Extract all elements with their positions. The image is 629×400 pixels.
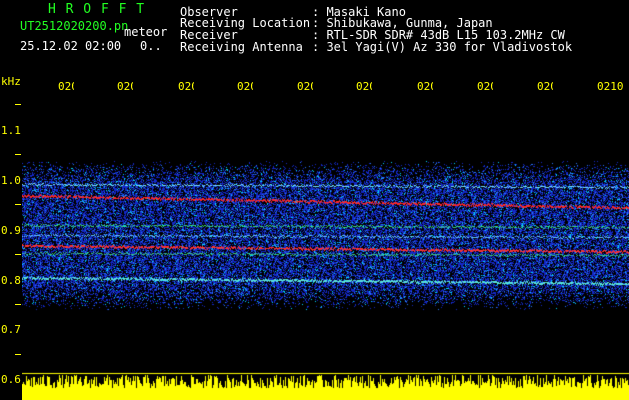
time-tick: 0208 [477, 80, 493, 93]
time-tick: 0204 [237, 80, 253, 93]
freq-tick-label: 1.0 [1, 174, 21, 187]
freq-tick-label: 0.8 [1, 274, 21, 287]
freq-minor-tick [15, 154, 21, 155]
freq-minor-tick [15, 204, 21, 205]
time-tick: 0209 [537, 80, 553, 93]
freq-tick-label: 0.7 [1, 323, 21, 336]
meteor-count: 0.. [140, 39, 162, 53]
freq-tick-label: 0.6 [1, 373, 21, 386]
time-tick: 0206 [356, 80, 372, 93]
meteor-label: meteor [124, 25, 168, 39]
time-tick: 0202 [117, 80, 133, 93]
app-logo: H R O F F T [48, 2, 146, 17]
spectrogram-canvas [22, 75, 629, 400]
hrofft-screen: H R O F F T UT2512020200.pn meteor 25.12… [0, 0, 629, 400]
time-tick: 0201 [58, 80, 74, 93]
freq-minor-tick [15, 254, 21, 255]
freq-tick-label: 1.1 [1, 124, 21, 137]
antenna-value: : 3el Yagi(V) Az 330 for Vladivostok [312, 40, 573, 54]
time-tick: 0210 [597, 80, 624, 93]
freq-minor-tick [15, 304, 21, 305]
freq-tick-label: 0.9 [1, 224, 21, 237]
freq-minor-tick [15, 104, 21, 105]
time-tick: 0203 [178, 80, 194, 93]
filename: UT2512020200.pn [20, 19, 129, 33]
time-tick: 0205 [297, 80, 313, 93]
antenna-label: Receiving Antenna [180, 40, 303, 54]
time-tick: 0207 [417, 80, 433, 93]
freq-unit-label: kHz [1, 75, 21, 88]
datetime: 25.12.02 02:00 [20, 39, 122, 53]
freq-minor-tick [15, 354, 21, 355]
